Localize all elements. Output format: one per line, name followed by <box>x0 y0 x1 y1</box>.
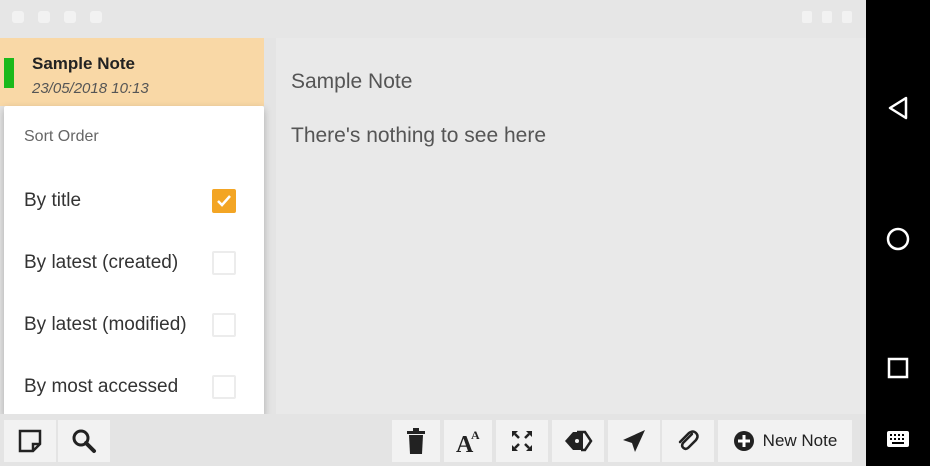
editor-title[interactable]: Sample Note <box>291 70 412 94</box>
note-title: Sample Note <box>32 54 135 73</box>
keyboard-icon <box>887 431 909 447</box>
home-icon <box>886 227 910 251</box>
notification-icon <box>64 11 76 23</box>
search-button[interactable] <box>58 420 110 462</box>
back-button[interactable] <box>866 96 930 120</box>
notification-icon <box>38 11 50 23</box>
sort-order-menu: Sort Order By title By latest (created) … <box>4 106 264 416</box>
new-note-button[interactable]: New Note <box>718 420 852 462</box>
new-note-square-button[interactable] <box>4 420 56 462</box>
attach-button[interactable] <box>662 420 714 462</box>
notification-icons <box>12 11 102 23</box>
sort-option-created[interactable]: By latest (created) <box>4 234 264 290</box>
checkmark-icon <box>217 195 231 207</box>
recents-icon <box>887 357 909 379</box>
tag-icon <box>565 430 593 452</box>
sort-option-label: By latest (modified) <box>24 314 187 335</box>
sort-option-title[interactable]: By title <box>4 172 264 228</box>
system-icons <box>802 11 852 23</box>
notification-icon <box>90 11 102 23</box>
status-bar <box>0 0 866 38</box>
wifi-icon <box>822 11 832 23</box>
keyboard-button[interactable] <box>866 430 930 448</box>
new-note-square-icon <box>18 429 42 453</box>
text-size-icon: A A <box>456 428 480 455</box>
notification-icon <box>12 11 24 23</box>
note-date: 23/05/2018 10:13 <box>32 80 149 97</box>
text-size-button[interactable]: A A <box>444 420 492 462</box>
back-icon <box>888 96 908 120</box>
tag-button[interactable] <box>552 420 604 462</box>
attach-icon <box>678 430 699 451</box>
delete-button[interactable] <box>392 420 440 462</box>
sort-option-checkbox[interactable] <box>212 189 236 213</box>
note-list-item[interactable]: Sample Note 23/05/2018 10:13 <box>0 38 264 106</box>
sort-option-label: By latest (created) <box>24 252 179 273</box>
plus-circle-icon <box>733 431 754 451</box>
sort-option-label: By title <box>24 190 82 211</box>
sort-option-checkbox[interactable] <box>212 313 236 337</box>
home-button[interactable] <box>866 226 930 252</box>
sort-menu-heading: Sort Order <box>24 128 99 145</box>
sort-option-checkbox[interactable] <box>212 251 236 275</box>
send-button[interactable] <box>608 420 660 462</box>
trash-icon <box>407 428 425 454</box>
battery-icon <box>842 11 852 23</box>
fullscreen-icon <box>512 431 532 451</box>
send-icon <box>623 430 645 452</box>
sort-option-label: By most accessed <box>24 376 179 397</box>
search-icon <box>72 429 96 453</box>
new-note-label: New Note <box>762 431 838 450</box>
sort-option-checkbox[interactable] <box>212 375 236 399</box>
note-color-indicator <box>4 58 14 88</box>
bluetooth-icon <box>802 11 812 23</box>
sort-option-modified[interactable]: By latest (modified) <box>4 296 264 352</box>
fullscreen-button[interactable] <box>496 420 548 462</box>
bottom-toolbar: A A New Note <box>0 414 866 466</box>
sort-option-accessed[interactable]: By most accessed <box>4 358 264 414</box>
recents-button[interactable] <box>866 356 930 380</box>
svg-text:A: A <box>471 428 480 442</box>
note-editor[interactable]: Sample Note There's nothing to see here <box>276 38 866 414</box>
editor-body[interactable]: There's nothing to see here <box>291 124 546 148</box>
android-navigation-bar <box>866 0 930 466</box>
